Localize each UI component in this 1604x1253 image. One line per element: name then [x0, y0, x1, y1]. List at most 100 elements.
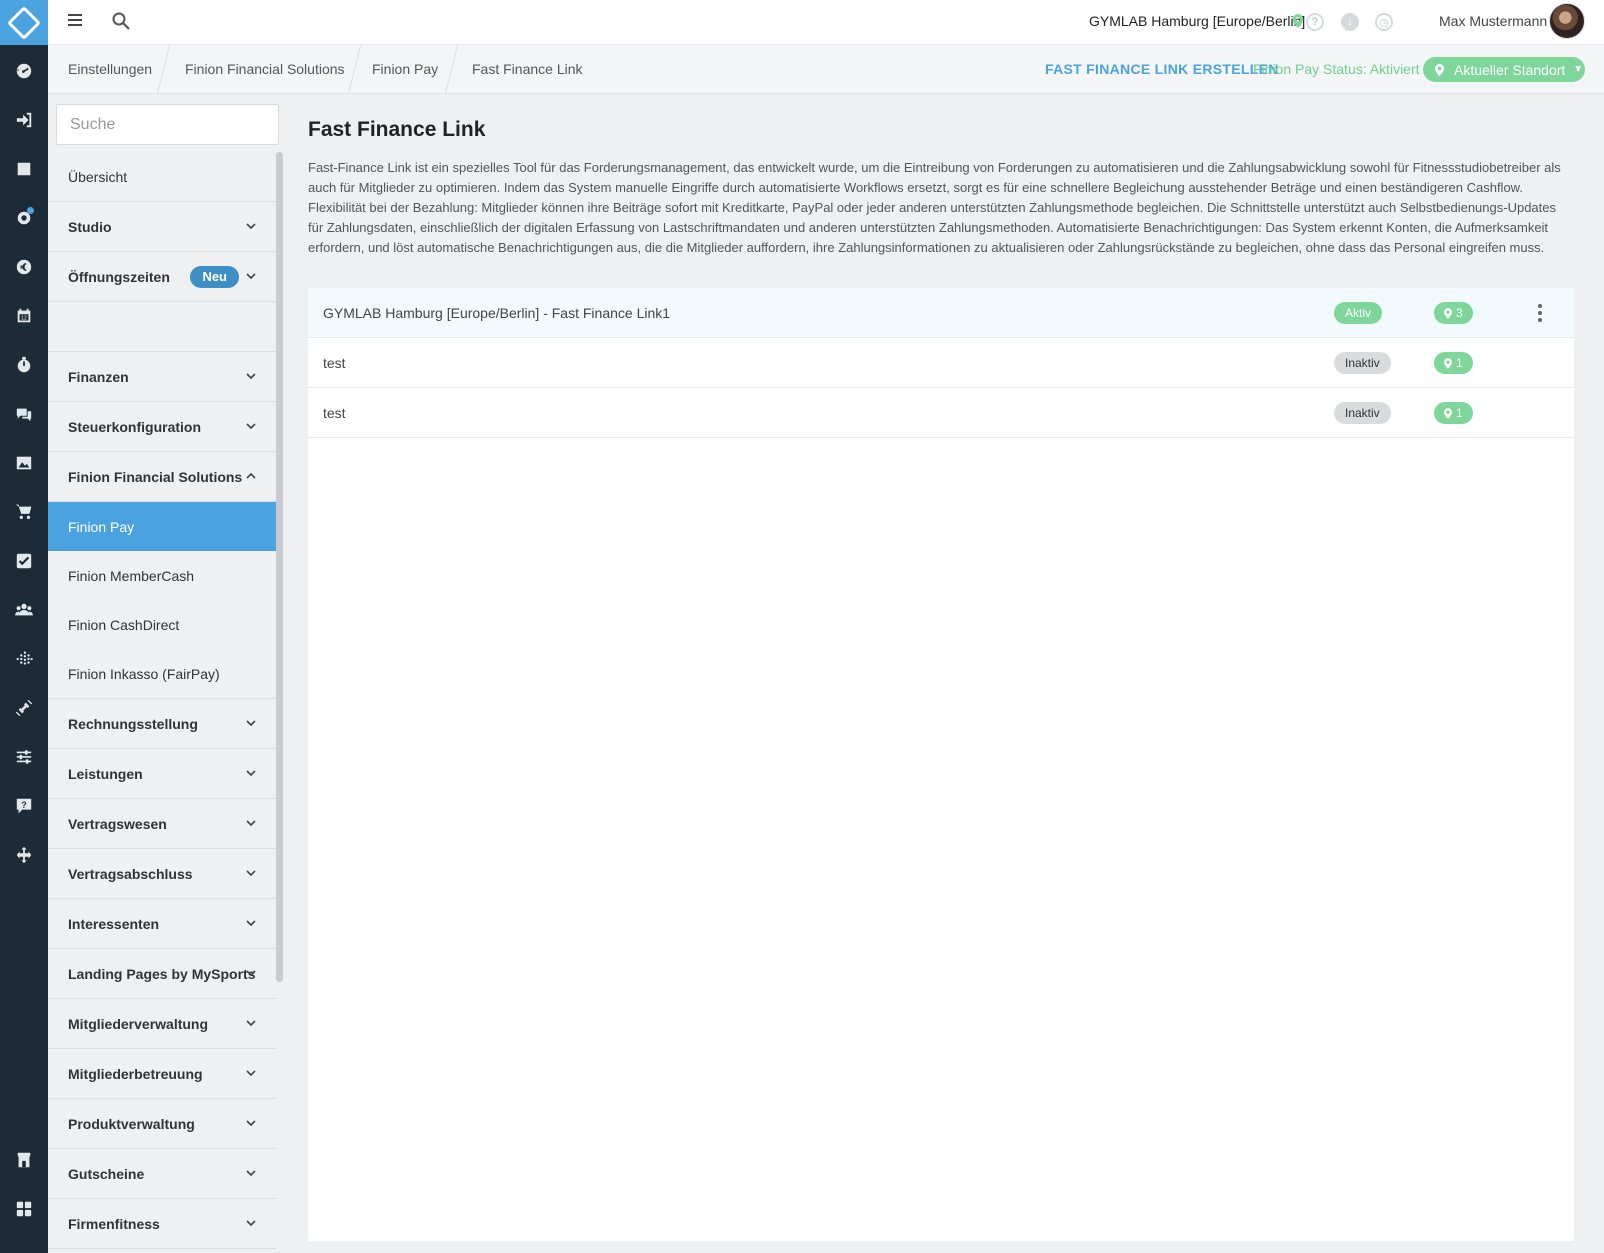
- sidebar-item-label: Landing Pages by MySports: [68, 965, 256, 982]
- stopwatch-icon[interactable]: [12, 353, 36, 377]
- chevron-down-icon: [246, 1170, 256, 1177]
- dots-grid-icon[interactable]: [12, 647, 36, 671]
- sidebar-item-label: Studio: [68, 218, 112, 235]
- sidebar-item-vertragswesen[interactable]: Vertragswesen: [48, 799, 276, 849]
- store-icon[interactable]: [12, 1148, 36, 1172]
- chevron-down-icon: [246, 273, 256, 280]
- euro-icon[interactable]: [12, 255, 36, 279]
- sidebar-search-input[interactable]: [56, 104, 279, 145]
- sidebar-item-label: Steuerkonfiguration: [68, 418, 202, 435]
- sidebar-item-label: Interessenten: [68, 915, 160, 932]
- status-badge: Inaktiv: [1334, 352, 1391, 374]
- sidebar-item-produktverwaltung[interactable]: Produktverwaltung: [48, 1099, 276, 1149]
- new-badge: Neu: [190, 266, 239, 288]
- current-location-label: Aktueller Standort: [1454, 61, 1566, 78]
- chevron-down-icon: [246, 423, 256, 430]
- breadcrumb-item-einstellungen[interactable]: Einstellungen: [68, 61, 152, 77]
- sidebar-item-finion-pay[interactable]: Finion Pay: [48, 502, 276, 551]
- menu-icon[interactable]: [68, 14, 82, 28]
- clock-icon[interactable]: ◷: [1375, 13, 1393, 31]
- chevron-down-icon: [246, 223, 256, 230]
- sidebar-item-finion-financial-solutions[interactable]: Finion Financial Solutions: [48, 452, 276, 502]
- location-count: 3: [1456, 306, 1463, 320]
- sidebar-item-vertragsabschluss[interactable]: Vertragsabschluss: [48, 849, 276, 899]
- list-item[interactable]: GYMLAB Hamburg [Europe/Berlin] - Fast Fi…: [308, 288, 1574, 338]
- sidebar-item-mitgliederbetreuung[interactable]: Mitgliederbetreuung: [48, 1049, 276, 1099]
- sidebar-item-uebersicht[interactable]: Übersicht: [48, 152, 276, 202]
- cart-icon[interactable]: [12, 500, 36, 524]
- create-fast-finance-link-button[interactable]: FAST FINANCE LINK ERSTELLEN: [1045, 61, 1279, 77]
- chevron-down-icon: [246, 373, 256, 380]
- chevron-down-icon: [246, 1070, 256, 1077]
- chevron-down-icon: [246, 1020, 256, 1027]
- sidebar-item-leistungen[interactable]: Leistungen: [48, 749, 276, 799]
- breadcrumb-item-fast-finance-link: Fast Finance Link: [472, 61, 583, 77]
- settings-sidebar: Übersicht Studio Öffnungszeiten Neu Finan…: [48, 94, 288, 1253]
- chevron-up-icon: [246, 472, 256, 479]
- logo-diamond-icon: [7, 5, 41, 40]
- current-location-name[interactable]: GYMLAB Hamburg [Europe/Berlin]: [1089, 13, 1305, 29]
- avatar[interactable]: [1549, 3, 1585, 39]
- move-icon[interactable]: [12, 843, 36, 867]
- settings-menu: Übersicht Studio Öffnungszeiten Neu Finan…: [48, 152, 276, 1249]
- sidebar-item-label: Übersicht: [68, 168, 128, 185]
- sidebar-item-studio[interactable]: Studio: [48, 202, 276, 252]
- sidebar-item-gutscheine[interactable]: Gutscheine: [48, 1149, 276, 1199]
- sidebar-item-rechnungsstellung[interactable]: Rechnungsstellung: [48, 699, 276, 749]
- sidebar-item-label: Öffnungszeiten: [68, 268, 170, 285]
- chevron-down-icon: [246, 770, 256, 777]
- calendar-icon[interactable]: 12: [12, 304, 36, 328]
- chevron-down-icon: ▼: [1573, 64, 1584, 75]
- chevron-down-icon: [246, 870, 256, 877]
- settings-notification-icon[interactable]: [12, 206, 36, 230]
- sidebar-item-landing-pages[interactable]: Landing Pages by MySports: [48, 949, 276, 999]
- more-actions-icon[interactable]: [1534, 302, 1546, 324]
- sidebar-item-finion-membercash[interactable]: Finion MemberCash: [48, 551, 276, 600]
- apps-grid-icon[interactable]: [12, 1197, 36, 1221]
- breadcrumb-item-finion-pay[interactable]: Finion Pay: [372, 61, 438, 77]
- help-chat-icon[interactable]: ?: [12, 794, 36, 818]
- sidebar-item-firmenfitness[interactable]: Firmenfitness: [48, 1199, 276, 1249]
- search-icon[interactable]: [111, 11, 131, 31]
- download-icon[interactable]: ↓: [1341, 13, 1359, 31]
- sidebar-item-interessenten[interactable]: Interessenten: [48, 899, 276, 949]
- link-name: test: [323, 404, 346, 421]
- list-item[interactable]: test Inaktiv 1: [308, 338, 1574, 388]
- location-pin-icon: [1292, 14, 1304, 28]
- sidebar-item-finion-cashdirect[interactable]: Finion CashDirect: [48, 600, 276, 649]
- sidebar-item-label: Rechnungsstellung: [68, 715, 198, 732]
- chevron-down-icon: [246, 970, 256, 977]
- sidebar-scrollbar[interactable]: [276, 152, 283, 982]
- inbox-icon[interactable]: [12, 157, 36, 181]
- breadcrumb-item-finion-financial-solutions[interactable]: Finion Financial Solutions: [185, 61, 345, 77]
- user-name[interactable]: Max Mustermann: [1439, 13, 1547, 29]
- app-logo[interactable]: [0, 0, 48, 45]
- link-name: test: [323, 354, 346, 371]
- main-content: Fast Finance Link Fast-Finance Link ist …: [308, 94, 1584, 1253]
- location-count-badge: 1: [1434, 402, 1473, 424]
- sidebar-item-finanzen[interactable]: Finanzen: [48, 352, 276, 402]
- checkin-icon[interactable]: [12, 108, 36, 132]
- help-icon[interactable]: ?: [1306, 13, 1324, 31]
- sidebar-item-steuerkonfiguration[interactable]: Steuerkonfiguration: [48, 402, 276, 452]
- current-location-dropdown[interactable]: Aktueller Standort ▼: [1423, 57, 1585, 82]
- dumbbell-icon[interactable]: [12, 696, 36, 720]
- image-icon[interactable]: [12, 451, 36, 475]
- sidebar-item-label: Gutscheine: [68, 1165, 145, 1182]
- sidebar-item-mitgliederverwaltung[interactable]: Mitgliederverwaltung: [48, 999, 276, 1049]
- breadcrumb-separator: [444, 45, 459, 94]
- location-count: 1: [1456, 406, 1463, 420]
- sidebar-item-finion-inkasso[interactable]: Finion Inkasso (FairPay): [48, 649, 276, 699]
- list-item[interactable]: test Inaktiv 1: [308, 388, 1574, 438]
- sidebar-item-oeffnungszeiten[interactable]: Öffnungszeiten Neu: [48, 252, 276, 302]
- dashboard-icon[interactable]: [12, 59, 36, 83]
- location-count-badge: 1: [1434, 352, 1473, 374]
- top-bar: GYMLAB Hamburg [Europe/Berlin] ? ↓ ◷ Max…: [48, 0, 1604, 45]
- checkbox-icon[interactable]: [12, 549, 36, 573]
- finion-pay-status: Finion Pay Status: Aktiviert: [1253, 61, 1420, 77]
- sliders-icon[interactable]: [12, 745, 36, 769]
- location-count-badge: 3: [1434, 302, 1473, 324]
- users-icon[interactable]: [12, 598, 36, 622]
- location-pin-icon: [1444, 307, 1452, 319]
- chat-icon[interactable]: [12, 402, 36, 426]
